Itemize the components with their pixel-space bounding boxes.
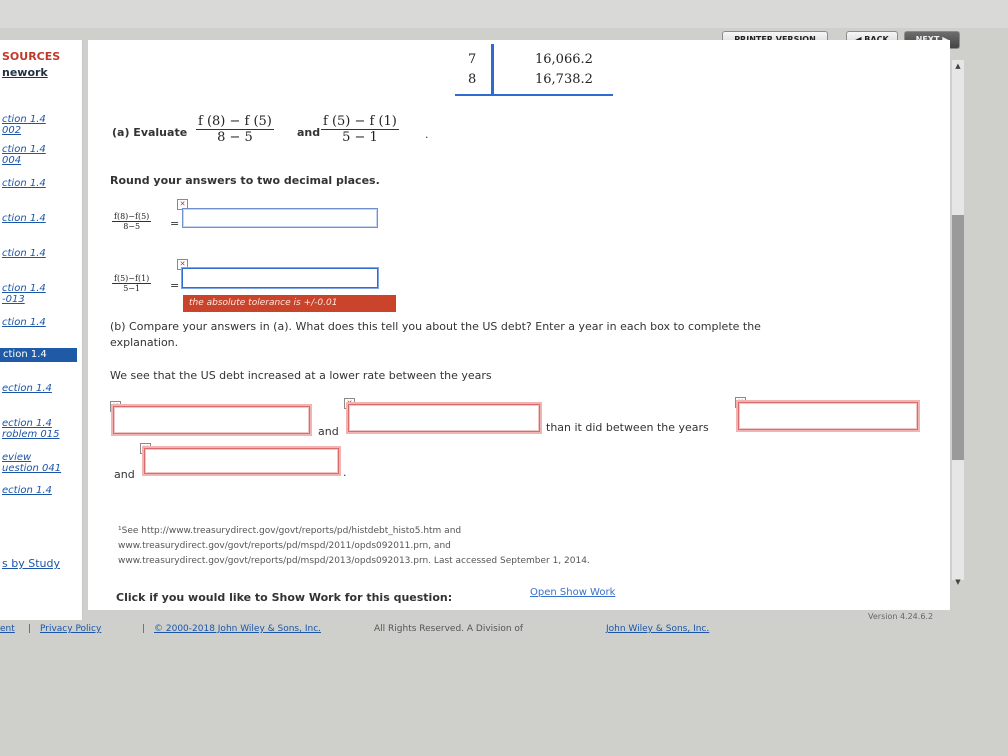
version-label: Version 4.24.6.2	[868, 612, 934, 621]
top-bar	[0, 0, 1008, 28]
than-label: than it did between the years	[546, 421, 709, 434]
sidebar-item[interactable]: ection 1.4	[2, 485, 52, 496]
sidebar-item[interactable]: ction 1.4	[2, 248, 46, 259]
footnote-line: www.treasurydirect.gov/govt/reports/pd/m…	[118, 556, 590, 566]
small-fraction-1: f(8)−f(5) 8−5	[112, 212, 152, 231]
privacy-policy-link[interactable]: Privacy Policy	[40, 624, 101, 634]
footer-separator: |	[28, 624, 32, 634]
fraction-1: f (8) − f (5) 8 − 5	[196, 114, 274, 145]
sidebar-item[interactable]: ection 1.4	[2, 418, 52, 429]
sidebar-item[interactable]: roblem 015	[2, 429, 60, 440]
and-label-1: and	[318, 425, 339, 438]
copyright-link[interactable]: © 2000-2018 John Wiley & Sons, Inc.	[154, 624, 321, 634]
table-divider	[491, 44, 494, 96]
part-b-sentence: We see that the US debt increased at a l…	[110, 369, 492, 382]
sidebar-item[interactable]: ction 1.4	[2, 114, 46, 125]
sidebar-heading-homework[interactable]: nework	[2, 66, 48, 79]
part-b-prompt-cont: explanation.	[110, 336, 179, 349]
rounding-instruction: Round your answers to two decimal places…	[110, 174, 380, 187]
rights-text: All Rights Reserved. A Division of	[374, 624, 524, 634]
sidebar: SOURCES nework ction 1.4 002 ction 1.4 0…	[0, 40, 83, 620]
sidebar-item[interactable]: ction 1.4	[2, 144, 46, 155]
footer-separator: |	[142, 624, 146, 634]
show-work-label: Click if you would like to Show Work for…	[116, 591, 453, 604]
open-show-work-link[interactable]: Open Show Work	[530, 587, 615, 598]
table-cell-y: 16,066.2	[535, 52, 593, 67]
small-fraction-2: f(5)−f(1) 5−1	[112, 274, 152, 293]
small-fraction-2-denominator: 5−1	[123, 284, 141, 293]
fraction-2-numerator: f (5) − f (1)	[321, 114, 399, 130]
part-b-prompt: (b) Compare your answers in (a). What do…	[110, 320, 761, 333]
company-link[interactable]: John Wiley & Sons, Inc.	[606, 624, 709, 634]
equals-sign: =	[170, 279, 180, 292]
footnote-line: ¹See http://www.treasurydirect.gov/govt/…	[118, 526, 462, 536]
scroll-up-arrow-icon[interactable]: ▲	[952, 62, 964, 72]
sidebar-heading-resources: SOURCES	[2, 50, 61, 63]
sidebar-item[interactable]: 002	[2, 125, 21, 136]
footer: ent | Privacy Policy | © 2000-2018 John …	[0, 614, 1008, 634]
sidebar-item[interactable]: ection 1.4	[2, 383, 52, 394]
sidebar-item[interactable]: 004	[2, 155, 21, 166]
part-a-period: .	[425, 128, 429, 141]
table-cell-x: 7	[468, 52, 477, 67]
sidebar-item-by-study[interactable]: s by Study	[2, 558, 60, 569]
fraction-2-denominator: 5 − 1	[342, 130, 378, 145]
scroll-down-arrow-icon[interactable]: ▼	[952, 578, 964, 588]
scrollbar-thumb[interactable]	[952, 215, 964, 460]
answer-input-2[interactable]	[182, 268, 378, 288]
sidebar-item[interactable]: ction 1.4	[2, 213, 46, 224]
part-a-and: and	[297, 126, 321, 139]
sidebar-item[interactable]: eview	[2, 452, 31, 463]
small-fraction-2-numerator: f(5)−f(1)	[112, 274, 152, 284]
small-fraction-1-numerator: f(8)−f(5)	[112, 212, 152, 222]
table-underline	[455, 94, 613, 96]
year-input-2[interactable]	[348, 404, 540, 432]
sidebar-item[interactable]: uestion 041	[2, 463, 61, 474]
year-input-1[interactable]	[113, 406, 310, 434]
sidebar-item[interactable]: -013	[2, 294, 25, 305]
answer-input-1[interactable]	[182, 208, 378, 228]
fraction-1-denominator: 8 − 5	[217, 130, 253, 145]
year-input-3[interactable]	[738, 402, 918, 430]
and-label-2: and	[114, 468, 135, 481]
sidebar-item[interactable]: ction 1.4	[2, 283, 46, 294]
small-fraction-1-denominator: 8−5	[123, 222, 141, 231]
sidebar-item[interactable]: ction 1.4	[2, 178, 46, 189]
fraction-2: f (5) − f (1) 5 − 1	[321, 114, 399, 145]
sidebar-item-active[interactable]: ction 1.4	[0, 348, 77, 362]
part-b-period: .	[343, 466, 347, 479]
footer-link[interactable]: ent	[0, 624, 15, 634]
table-cell-x: 8	[468, 72, 477, 87]
tolerance-tooltip: the absolute tolerance is +/-0.01	[183, 295, 396, 312]
year-input-4[interactable]	[144, 448, 339, 474]
sidebar-item[interactable]: ction 1.4	[2, 317, 46, 328]
table-cell-y: 16,738.2	[535, 72, 593, 87]
part-a-label: (a) Evaluate	[112, 126, 188, 139]
equals-sign: =	[170, 217, 180, 230]
fraction-1-numerator: f (8) − f (5)	[196, 114, 274, 130]
footnote-line: www.treasurydirect.gov/govt/reports/pd/m…	[118, 541, 451, 551]
